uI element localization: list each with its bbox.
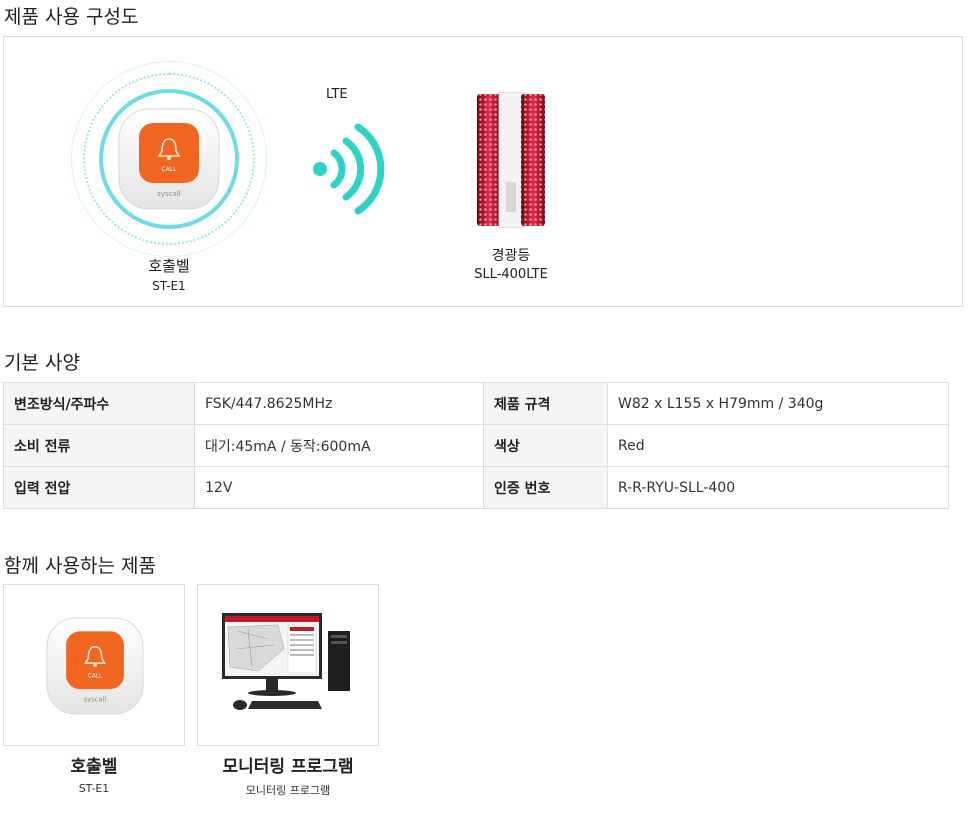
product-card-monitoring[interactable] <box>197 584 379 746</box>
bell-caption: 호출벨 ST-E1 <box>129 255 209 293</box>
spec-value: Red <box>607 424 949 467</box>
bell-name: 호출벨 <box>148 257 190 275</box>
section-title-config: 제품 사용 구성도 <box>4 6 139 28</box>
beacon-light-image <box>477 92 545 228</box>
spec-label: 인증 번호 <box>483 466 608 509</box>
spec-value: 12V <box>194 466 484 509</box>
bell-model: ST-E1 <box>152 279 186 293</box>
table-row: 입력 전압 12V 인증 번호 R-R-RYU-SLL-400 <box>3 466 949 509</box>
product-name[interactable]: 모니터링 프로그램 <box>197 752 379 777</box>
product-name[interactable]: 호출벨 <box>3 752 185 777</box>
spec-value: FSK/447.8625MHz <box>194 382 484 425</box>
spec-label: 소비 전류 <box>3 424 195 467</box>
svg-text:syscall: syscall <box>157 190 181 198</box>
beacon-model: SLL-400LTE <box>474 267 548 282</box>
beacon-caption: 경광등 SLL-400LTE <box>456 245 566 282</box>
spec-value: 대기:45mA / 동작:600mA <box>194 424 484 467</box>
product-model: 모니터링 프로그램 <box>245 784 331 797</box>
product-card-call-bell[interactable]: CALL syscall <box>3 584 185 746</box>
call-bell-thumbnail: CALL syscall <box>46 617 144 715</box>
section-title-related: 함께 사용하는 제품 <box>4 555 156 577</box>
section-title-specs: 기본 사양 <box>4 352 80 374</box>
product-model: ST-E1 <box>78 782 110 795</box>
lte-label: LTE <box>326 87 348 102</box>
spec-value: R-R-RYU-SLL-400 <box>607 466 949 509</box>
svg-text:CALL: CALL <box>88 674 103 680</box>
beacon-name: 경광등 <box>491 248 531 264</box>
spec-label: 제품 규격 <box>483 382 608 425</box>
spec-table: 변조방식/주파수 FSK/447.8625MHz 제품 규격 W82 x L15… <box>3 382 949 509</box>
table-row: 변조방식/주파수 FSK/447.8625MHz 제품 규격 W82 x L15… <box>3 382 949 425</box>
spec-label: 색상 <box>483 424 608 467</box>
svg-text:syscall: syscall <box>84 696 107 704</box>
wireless-signal-icon <box>313 123 385 215</box>
spec-label: 입력 전압 <box>3 466 195 509</box>
call-bell-image: CALL syscall <box>118 108 220 210</box>
table-row: 소비 전류 대기:45mA / 동작:600mA 색상 Red <box>3 424 949 467</box>
monitoring-pc-thumbnail <box>222 613 350 710</box>
spec-label: 변조방식/주파수 <box>3 382 195 425</box>
svg-text:CALL: CALL <box>162 166 178 173</box>
spec-value: W82 x L155 x H79mm / 340g <box>607 382 949 425</box>
config-diagram: CALL syscall 호출벨 ST-E1 LTE 경광등 SLL-400LT… <box>3 36 963 307</box>
